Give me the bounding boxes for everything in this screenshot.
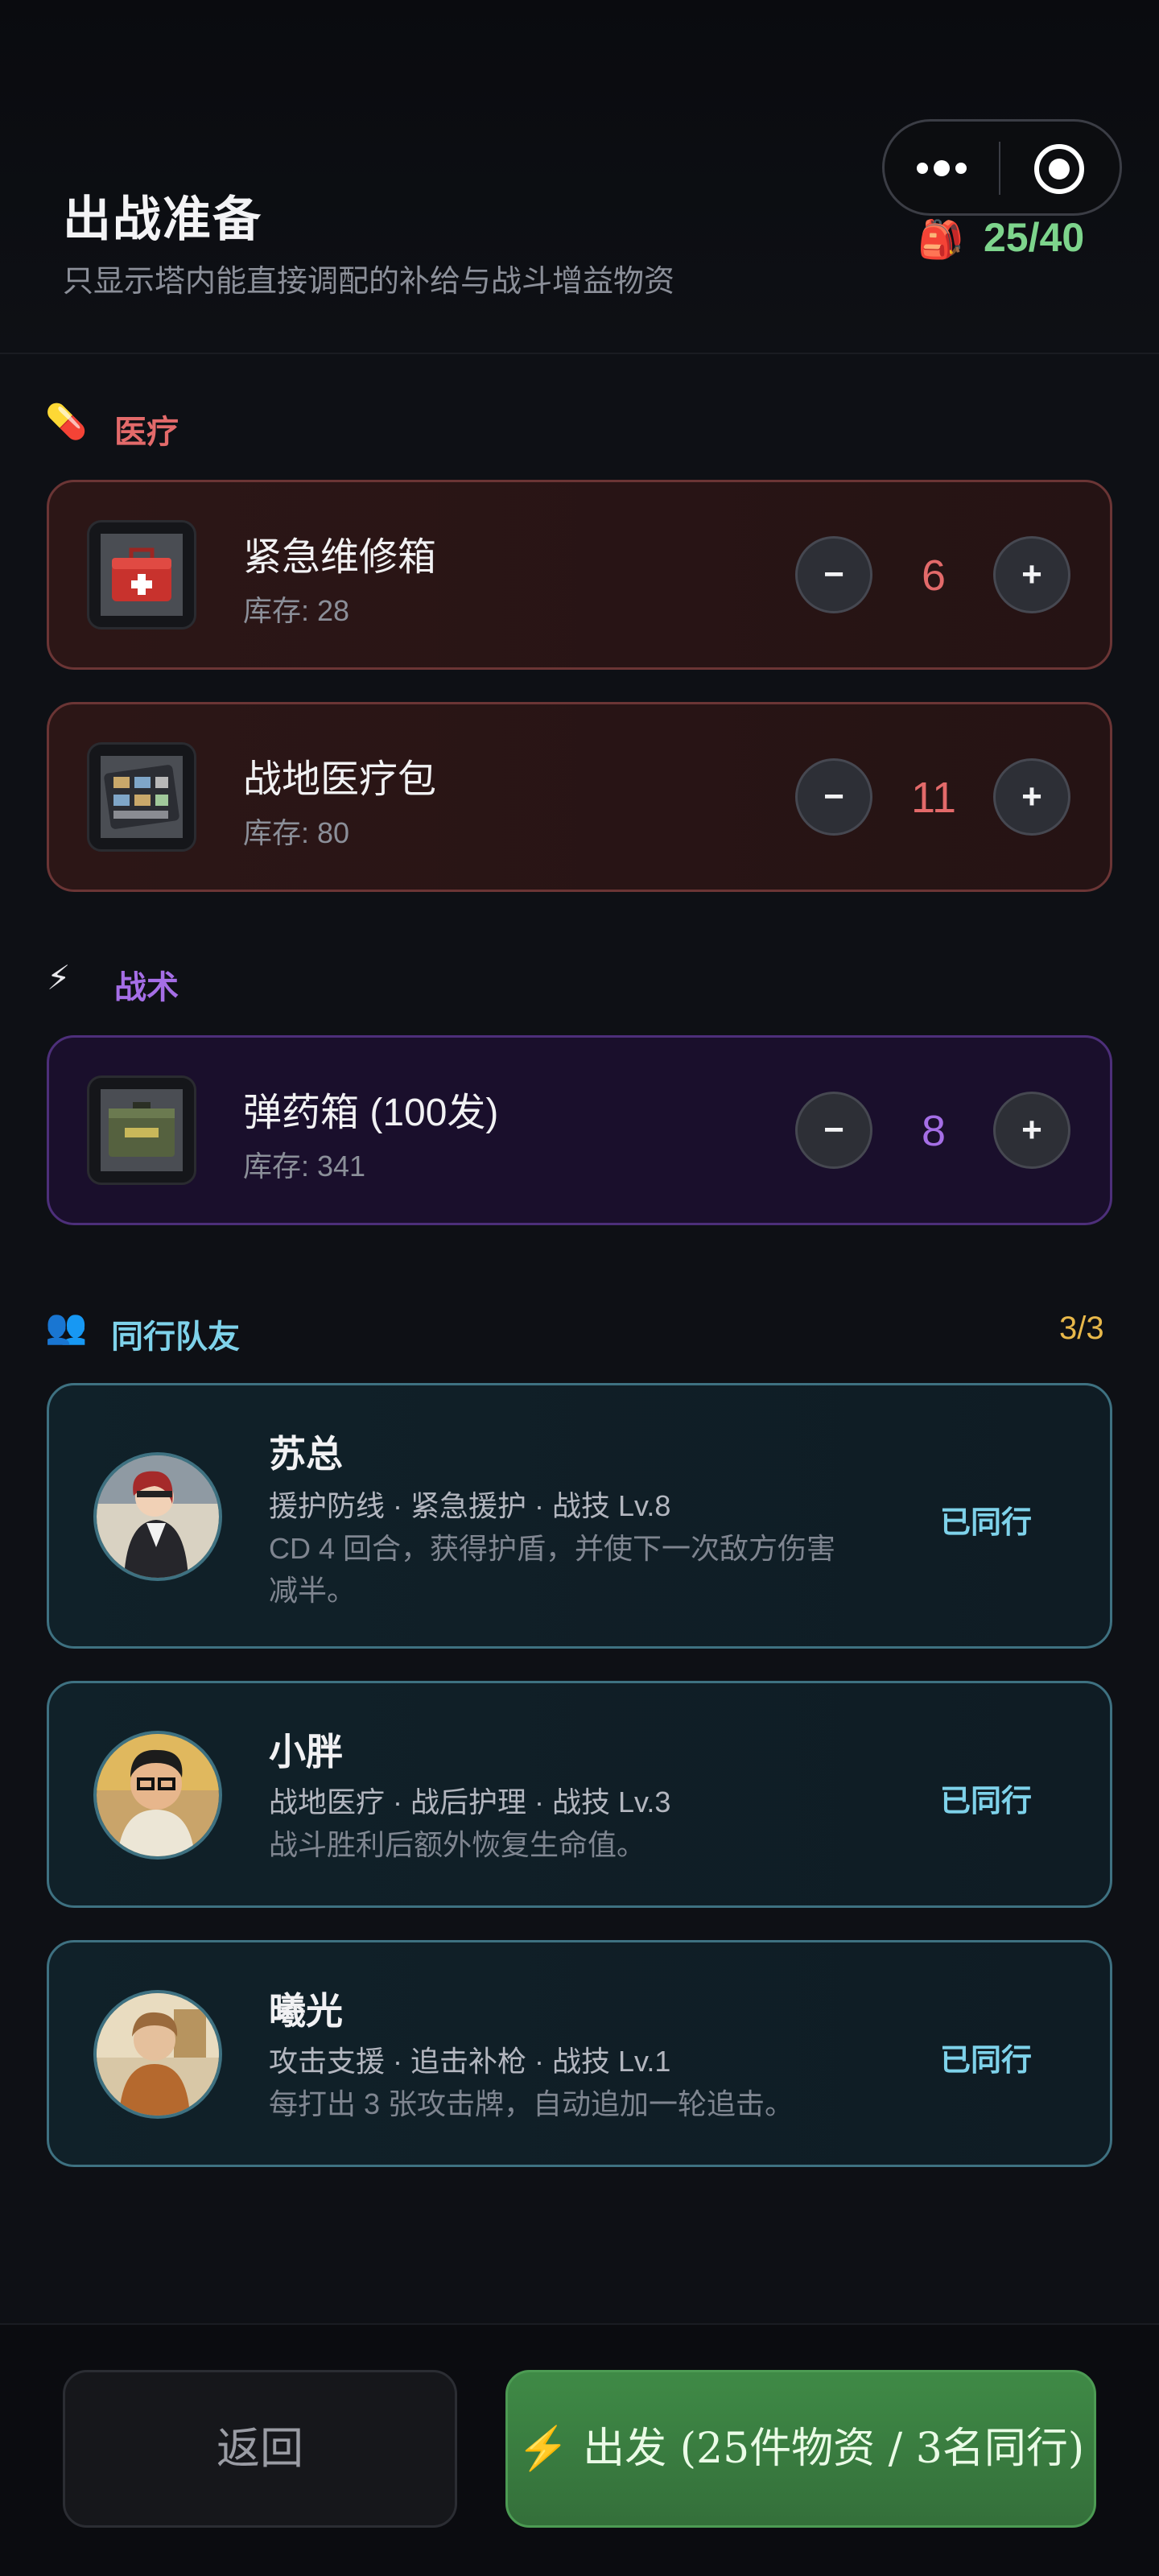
backpack-icon: 🎒 (918, 218, 964, 260)
section-label-teammates: 同行队友 (111, 1319, 240, 1355)
avatar (93, 1731, 222, 1860)
teammate-desc: 每打出 3 张攻击牌，自动追加一轮追击。 (269, 2087, 794, 2120)
people-icon: 👥 (45, 1307, 88, 1345)
teammate-desc: 战斗胜利后额外恢复生命值。 (269, 1828, 646, 1861)
status-badge: 已同行 (940, 1785, 1033, 1818)
plus-icon: + (1021, 777, 1042, 816)
capacity-counter: 25/40 (984, 215, 1085, 260)
plus-icon: + (1021, 555, 1042, 594)
increase-button[interactable]: + (993, 1092, 1070, 1169)
status-badge: 已同行 (940, 2044, 1033, 2078)
back-label: 返回 (217, 2423, 303, 2474)
item-quantity: 11 (910, 774, 957, 822)
teammate-tags: 援护防线 · 紧急援护 · 战技 Lv.8 (269, 1489, 671, 1522)
minus-icon: − (823, 555, 844, 594)
increase-button[interactable]: + (993, 758, 1070, 836)
teammate-count: 3/3 (1059, 1311, 1104, 1346)
item-name: 紧急维修箱 (243, 536, 437, 579)
status-badge: 已同行 (940, 1506, 1033, 1540)
item-quantity: 8 (921, 1107, 947, 1155)
avatar (93, 1990, 222, 2119)
depart-button[interactable]: ⚡ 出发 (25件物资 / 3名同行) (505, 2370, 1096, 2528)
teammate-tags: 攻击支援 · 追击补枪 · 战技 Lv.1 (269, 2045, 671, 2078)
pill-icon: 💊 (45, 402, 88, 440)
depart-label: ⚡ 出发 (25件物资 / 3名同行) (517, 2425, 1085, 2473)
decrease-button[interactable]: − (795, 536, 872, 613)
increase-button[interactable]: + (993, 536, 1070, 613)
page-subtitle: 只显示塔内能直接调配的补给与战斗增益物资 (63, 265, 675, 299)
item-quantity: 6 (921, 551, 947, 600)
teammate-desc: CD 4 回合，获得护盾，并使下一次敌方伤害减半。 (269, 1532, 836, 1607)
lightning-icon: ⚡ (47, 959, 71, 997)
teammate-tags: 战地医疗 · 战后护理 · 战技 Lv.3 (269, 1785, 671, 1818)
ammo-box-icon (87, 1075, 196, 1185)
back-button[interactable]: 返回 (63, 2370, 457, 2528)
section-label-medical: 医疗 (114, 415, 179, 450)
avatar (93, 1452, 222, 1581)
section-label-tactics: 战术 (114, 970, 179, 1005)
item-name: 战地医疗包 (243, 758, 437, 801)
close-target-icon[interactable] (1032, 142, 1087, 196)
item-name: 弹药箱 (100发) (243, 1092, 499, 1134)
decrease-button[interactable]: − (795, 758, 872, 836)
repair-kit-icon (87, 520, 196, 630)
capsule-divider (999, 142, 1000, 195)
decrease-button[interactable]: − (795, 1092, 872, 1169)
more-icon[interactable] (909, 150, 974, 187)
teammate-name: 苏总 (269, 1433, 343, 1475)
item-stock: 库存: 28 (243, 594, 350, 627)
teammate-name: 小胖 (269, 1731, 343, 1773)
item-stock: 库存: 341 (243, 1150, 366, 1183)
minus-icon: − (823, 777, 844, 816)
item-stock: 库存: 80 (243, 816, 350, 849)
teammate-name: 曦光 (269, 1990, 343, 2032)
minus-icon: − (823, 1110, 844, 1150)
plus-icon: + (1021, 1110, 1042, 1150)
page-title: 出战准备 (63, 192, 262, 246)
medical-pack-icon (87, 742, 196, 852)
